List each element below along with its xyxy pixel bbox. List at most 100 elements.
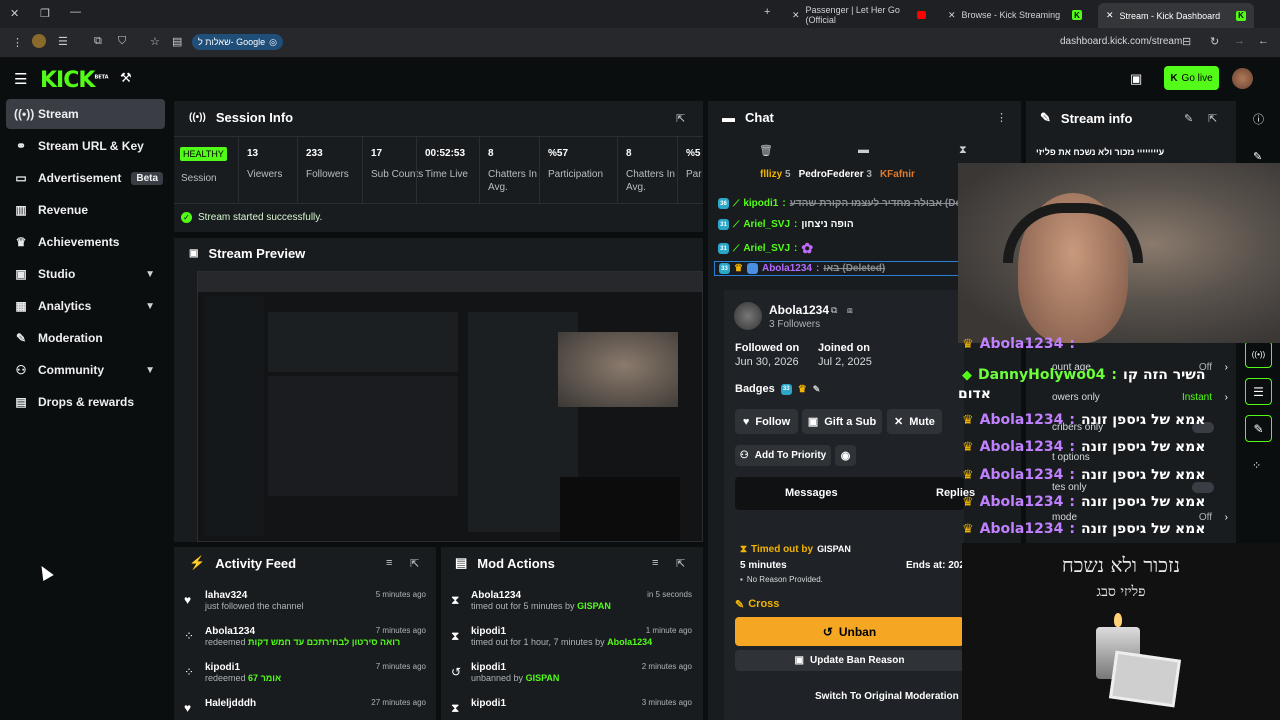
tab-browse[interactable]: ✕ Browse - Kick Streaming K (940, 4, 1090, 26)
extensions-icon[interactable]: ⧉ (94, 35, 102, 48)
chat-username[interactable]: kipodi1 (743, 198, 778, 209)
mod-action-by[interactable]: GISPAN (577, 601, 611, 611)
chevron-down-icon[interactable]: ▼ (145, 301, 155, 312)
tab-messages[interactable]: Messages (785, 487, 838, 499)
mod-action-item[interactable]: kipodi1 3 minutes ago (471, 698, 692, 709)
tools-icon[interactable]: ⚒ (120, 70, 132, 86)
mute-button[interactable]: ✕ Mute (887, 409, 942, 434)
new-tab-icon[interactable]: + (764, 6, 770, 18)
edit-icon[interactable]: ✎ (813, 384, 821, 395)
sidebar-item-advertisement[interactable]: ▭ Advertisement Beta (6, 163, 165, 193)
chat-message[interactable]: 33 ♛ Abola1234: באו (Deleted) (714, 261, 960, 276)
chevron-right-icon[interactable]: › (1225, 362, 1228, 373)
pencil-icon[interactable]: ✎ (1253, 150, 1262, 163)
popout-icon[interactable]: ⇱ (676, 557, 685, 570)
chat-settings-icon[interactable]: ▬ (858, 144, 869, 156)
sidebar-item-drops-rewards[interactable]: ▤ Drops & rewards (6, 387, 165, 417)
tab-passenger[interactable]: ✕ Passenger | Let Her Go (Official (784, 4, 934, 26)
chat-username[interactable]: Ariel_SVJ (743, 243, 790, 254)
url-text[interactable]: dashboard.kick.com/stream (1060, 36, 1182, 47)
mod-action-by[interactable]: Abola1234 (607, 637, 652, 647)
popout-icon[interactable]: ⇱ (410, 557, 419, 570)
wrench-tool-icon[interactable]: ✎ (1245, 415, 1272, 442)
top-chatter[interactable]: PedroFederer 3 (799, 169, 872, 183)
chat-setting-row[interactable]: owers only Instant › (1052, 392, 1228, 403)
go-live-button[interactable]: K Go live (1164, 66, 1219, 90)
edit-icon[interactable]: ✎ (1184, 112, 1193, 125)
popout-icon[interactable]: ⇱ (676, 112, 685, 125)
search-chip[interactable]: שאלות ל- Google ◎ (192, 34, 284, 50)
profile-icon[interactable] (32, 34, 46, 48)
more-tools-icon[interactable]: ⁘ (1252, 459, 1261, 472)
chevron-right-icon[interactable]: › (1225, 392, 1228, 403)
tab-dashboard[interactable]: ✕ Stream - Kick Dashboard K (1098, 3, 1254, 28)
hamburger-menu-icon[interactable]: ☰ (14, 70, 27, 88)
popout-icon[interactable]: ⇱ (1208, 112, 1217, 125)
chevron-right-icon[interactable]: › (1225, 512, 1228, 523)
sidebar-item-stream[interactable]: ((•)) Stream (6, 99, 165, 129)
cast-icon[interactable]: ▣ (1130, 71, 1142, 87)
star-icon[interactable]: ☆ (150, 35, 160, 48)
chat-setting-row[interactable]: tes only (1052, 482, 1228, 493)
chevron-down-icon[interactable]: ▼ (145, 365, 155, 376)
sidebar-item-analytics[interactable]: ▦ Analytics ▼ (6, 291, 165, 321)
sidebar-item-studio[interactable]: ▣ Studio ▼ (6, 259, 165, 289)
minimize-window-icon[interactable]: — (70, 6, 81, 18)
filter-icon[interactable]: ≡ (386, 557, 392, 569)
reload-icon[interactable]: ↻ (1210, 35, 1219, 48)
sidebar-item-revenue[interactable]: ▥ Revenue (6, 195, 165, 225)
site-settings-icon[interactable]: ⊟ (1182, 35, 1191, 48)
switch-moderation-link[interactable]: Switch To Original Moderation (815, 691, 959, 702)
sidebar-item-stream-url-key[interactable]: ⚭ Stream URL & Key (6, 131, 165, 161)
activity-item[interactable]: lahav324 just followed the channel 5 minut… (205, 590, 426, 611)
unban-button[interactable]: ↺ Unban (735, 617, 964, 646)
eye-button[interactable]: ◉ (835, 445, 856, 466)
mod-action-by[interactable]: GISPAN (526, 673, 560, 683)
sidebar-item-achievements[interactable]: ♛ Achievements (6, 227, 165, 257)
chat-message[interactable]: 31 ⟋ Ariel_SVJ: הופה ניצחון (718, 219, 854, 230)
chat-message[interactable]: 31 ⟋ Ariel_SVJ: ✿ (718, 240, 813, 257)
chat-message[interactable]: 36 ⟋ kipodi1: אבולה מחדיר לעצמו הקורת שהדע … (718, 198, 988, 209)
avatar[interactable] (1232, 68, 1253, 89)
close-window-icon[interactable]: ✕ (10, 7, 19, 20)
broadcast-tool-icon[interactable]: ((•)) (1245, 341, 1272, 368)
sidebar-item-moderation[interactable]: ✎ Moderation (6, 323, 165, 353)
top-chatter[interactable]: fllizy 5 (760, 169, 791, 183)
chevron-down-icon[interactable]: ▼ (145, 269, 155, 280)
sidebar-item-community[interactable]: ⚇ Community ▼ (6, 355, 165, 385)
copy-icon[interactable]: ⧉ (831, 305, 837, 316)
follow-button[interactable]: ♥ Follow (735, 409, 798, 434)
close-tab-icon[interactable]: ✕ (948, 10, 956, 21)
translate-icon[interactable]: ▤ (172, 35, 182, 48)
mod-action-item[interactable]: Abola1234 timed out for 5 minutes by GISP… (471, 590, 692, 611)
tab-search-icon[interactable]: ☰ (58, 35, 68, 48)
filter-icon[interactable]: ≡ (652, 557, 658, 569)
external-link-icon[interactable]: ⧈ (847, 305, 853, 316)
back-icon[interactable]: ← (1258, 35, 1269, 47)
close-tab-icon[interactable]: ✕ (1106, 10, 1114, 21)
update-ban-reason-button[interactable]: ▣ Update Ban Reason (735, 650, 964, 671)
activity-item[interactable]: Abola1234 redeemed רואה סירטון לבחירתכם ע… (205, 626, 426, 647)
hourglass-icon[interactable]: ⧗ (959, 144, 967, 157)
trash-icon[interactable]: 🗑 (759, 144, 773, 157)
info-icon[interactable]: ⓘ (1253, 111, 1264, 127)
layout-tool-icon[interactable]: ☰ (1245, 378, 1272, 405)
top-chatter[interactable]: KFafnir (880, 169, 915, 183)
mod-action-item[interactable]: kipodi1 unbanned by GISPAN 2 minutes ago (471, 662, 692, 683)
gift-sub-button[interactable]: ▣ Gift a Sub (802, 409, 882, 434)
forward-icon[interactable]: → (1234, 35, 1245, 47)
chat-menu-icon[interactable]: ⋮ (996, 111, 1007, 124)
close-tab-icon[interactable]: ✕ (792, 10, 800, 21)
mod-action-item[interactable]: kipodi1 timed out for 1 hour, 7 minutes b… (471, 626, 692, 647)
chat-username[interactable]: Ariel_SVJ (743, 219, 790, 230)
kick-logo[interactable]: KICKBETA (40, 68, 109, 93)
add-priority-button[interactable]: ⚇ Add To Priority (735, 445, 831, 466)
toggle-switch[interactable] (1192, 482, 1214, 493)
chat-username[interactable]: Abola1234 (762, 263, 812, 274)
stream-preview-video[interactable] (197, 271, 703, 542)
restore-window-icon[interactable]: ❐ (40, 7, 50, 20)
activity-item[interactable]: Haleljdddh 27 minutes ago (205, 698, 426, 709)
shield-icon[interactable]: ⛉ (118, 35, 126, 48)
menu-dots-icon[interactable]: ⋮ (12, 36, 23, 49)
activity-item[interactable]: kipodi1 redeemed אומר 67 7 minutes ago (205, 662, 426, 683)
